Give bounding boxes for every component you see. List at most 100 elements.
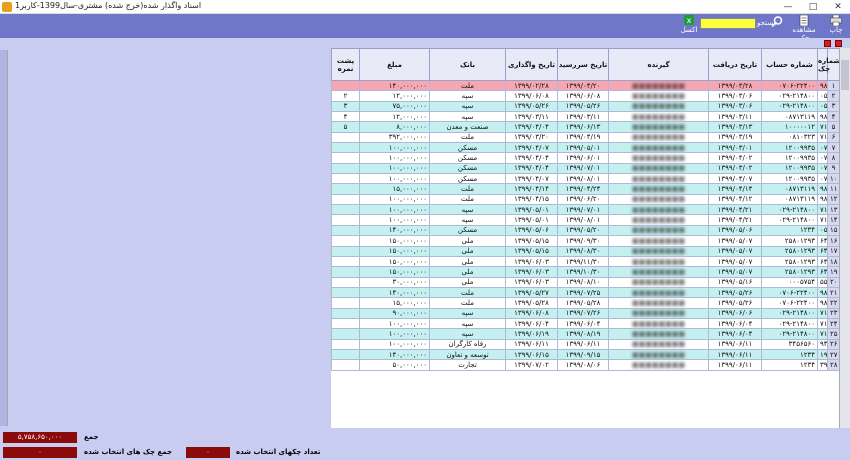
row-number-cell: ۱۶ <box>827 235 839 247</box>
check-number-cell: ۹۸۷۳۶۸ <box>817 79 828 92</box>
close-button[interactable]: ✕ <box>826 0 850 14</box>
table-row[interactable]: ۱۰۰,۰۰۰,۰۰۰ مسکن ۱۳۹۹/۰۴/۰۷ ۱۳۹۹/۰۸/۰۱ ■■■■■… <box>331 173 839 185</box>
account-number-cell: ۱۲۳۴ <box>761 224 818 237</box>
due-date-cell: ۱۳۹۹/۰۸/۰۱ <box>557 214 609 226</box>
table-row[interactable]: ۱۵,۰۰۰,۰۰۰ ملت ۱۳۹۹/۰۴/۱۴ ۱۳۹۹/۰۴/۲۴ ■■■■■■■… <box>331 183 839 195</box>
table-row[interactable]: ۱۰۰,۰۰۰,۰۰۰ رفاه کارگران ۱۳۹۹/۰۶/۱۱ ۱۳۹۹/۰۶… <box>331 338 839 350</box>
scrollbar-thumb[interactable] <box>841 60 849 90</box>
bank-cell: ملی <box>429 235 506 247</box>
back-number-cell <box>331 255 360 268</box>
due-date-cell: ۱۳۹۹/۱۱/۳۰ <box>557 255 609 268</box>
table-row[interactable]: ۱۰۰,۰۰۰,۰۰۰ سپه ۱۳۹۹/۰۶/۰۴ ۱۳۹۹/۰۶/۰۴ ■■■■■■… <box>331 317 839 330</box>
table-row[interactable]: ۱۵۰,۰۰۰,۰۰۰ ملی ۱۳۹۹/۰۶/۰۳ ۱۳۹۹/۱۱/۳۰ ■■■■■■… <box>331 255 839 268</box>
check-number-text: ۳۹۱۶۵۴ <box>820 360 828 369</box>
view-check-button[interactable]: مشاهده چک <box>790 15 818 42</box>
table-row[interactable]: ۱۰۰,۰۰۰,۰۰۰ مسکن ۱۳۹۹/۰۴/۰۷ ۱۳۹۹/۰۵/۰۱ ■■■■■… <box>331 142 839 154</box>
check-number-text: ۶۴۵۱۳۱ <box>820 236 828 245</box>
search-input[interactable] <box>700 18 756 29</box>
receiver-cell: ■■■■■■■■ <box>608 338 709 350</box>
table-row[interactable]: ۲ ۱۲,۰۰۰,۰۰۰ سپه ۱۳۹۹/۰۶/۰۸ ۱۳۹۹/۰۶/۰۸ ■■■■■■… <box>331 90 839 102</box>
account-number-cell: ۰۲۹-۲۱۴۸۰۰ <box>761 90 818 102</box>
bank-cell: مسکن <box>429 224 506 237</box>
table-row[interactable]: ۱۰۰,۰۰۰,۰۰۰ سپه ۱۳۹۹/۰۵/۰۱ ۱۳۹۹/۰۸/۰۱ ■■■■■■… <box>331 214 839 226</box>
column-header-due-date[interactable]: تاریخ سررسید <box>557 48 609 81</box>
check-number-text: ۷۱۴۴۲۲ <box>820 329 828 338</box>
table-row[interactable]: ۱۴۰,۰۰۰,۰۰۰ توسعه و تعاون ۱۳۹۹/۰۶/۱۵ ۱۳۹۹/۰… <box>331 348 839 361</box>
bank-cell: ملی <box>429 255 506 268</box>
bank-cell: مسکن <box>429 152 506 164</box>
check-number-cell: ۷۱۴۴۱۲/۴۸ <box>817 131 828 144</box>
check-number-cell: ۶۴۵۱۲۵ <box>817 266 828 278</box>
close-grid-icon[interactable] <box>835 40 842 47</box>
bank-cell: ملت <box>429 79 506 92</box>
column-header-back[interactable]: پشت نمره <box>331 48 360 81</box>
table-row[interactable]: ۱۵,۰۰۰,۰۰۰ ملت ۱۳۹۹/۰۵/۲۸ ۱۳۹۹/۰۵/۲۸ ■■■■■■■… <box>331 297 839 309</box>
table-row[interactable]: ۳ ۷۵,۰۰۰,۰۰۰ سپه ۱۳۹۹/۰۵/۲۶ ۱۳۹۹/۰۵/۲۶ ■■■■■■… <box>331 100 839 113</box>
check-number-text: ۶۴۵۱۲۲ <box>820 257 828 266</box>
amount-cell: ۱۰۰,۰۰۰,۰۰۰ <box>359 152 430 164</box>
receiver-cell: ■■■■■■■■ <box>608 266 709 278</box>
assign-date-cell: ۱۳۹۹/۰۶/۱۵ <box>505 348 558 361</box>
maximize-button[interactable]: □ <box>801 0 825 14</box>
receiver-cell: ■■■■■■■■ <box>608 100 709 113</box>
receive-date-cell: ۱۳۹۹/۰۳/۰۱ <box>708 142 762 154</box>
table-row[interactable]: ۱۴۰,۰۰۰,۰۰۰ ملت ۱۳۹۹/۰۲/۲۸ ۱۳۹۹/۰۴/۲۰ ■■■■■■… <box>331 79 839 92</box>
column-header-receiver[interactable]: گیرنده <box>608 48 709 81</box>
table-row[interactable]: ۱۴۰,۰۰۰,۰۰۰ ملت ۱۳۹۹/۰۵/۲۷ ۱۳۹۹/۰۷/۲۵ ■■■■■■… <box>331 286 839 299</box>
back-number-cell <box>331 245 360 257</box>
left-scrollbar[interactable] <box>0 50 8 426</box>
receiver-cell: ■■■■■■■■ <box>608 276 709 288</box>
checks-table: پشت نمره مبلغ بانک تاریخ واگذاری تاریخ س… <box>331 48 839 371</box>
account-number-cell: ۰۸۱۰۳۲۳ <box>761 131 818 144</box>
table-row[interactable]: ۱۰۰,۰۰۰,۰۰۰ مسکن ۱۳۹۹/۰۴/۰۴ ۱۳۹۹/۰۷/۰۱ ■■■■■… <box>331 162 839 175</box>
table-row[interactable]: ۱۰۰,۰۰۰,۰۰۰ مسکن ۱۳۹۹/۰۴/۰۴ ۱۳۹۹/۰۶/۰۱ ■■■■■… <box>331 152 839 164</box>
due-date-cell: ۱۳۹۹/۰۵/۲۰ <box>557 224 609 237</box>
table-row[interactable]: ۱۰۰,۰۰۰,۰۰۰ سپه ۱۳۹۹/۰۶/۱۹ ۱۳۹۹/۰۸/۱۹ ■■■■■■… <box>331 328 839 340</box>
left-panel <box>0 48 331 428</box>
amount-cell: ۱۰۰,۰۰۰,۰۰۰ <box>359 317 430 330</box>
amount-cell: ۱۴۰,۰۰۰,۰۰۰ <box>359 286 430 299</box>
check-number-text: ۶۴۵۱۲۵ <box>820 267 828 276</box>
column-header-check-number[interactable]: شماره چک <box>817 48 839 81</box>
row-number-cell: ۲۸ <box>827 359 839 371</box>
column-header-account[interactable]: شماره حساب <box>761 48 818 81</box>
table-row[interactable]: ۱۴۰,۰۰۰,۰۰۰ مسکن ۱۳۹۹/۰۵/۰۶ ۱۳۹۹/۰۵/۲۰ ■■■■■… <box>331 224 839 237</box>
check-number-text: ۵۵۹۱۵۷ <box>820 278 828 287</box>
table-row[interactable]: ۱۵۰,۰۰۰,۰۰۰ ملی ۱۳۹۹/۰۵/۱۵ ۱۳۹۹/۰۹/۳۰ ■■■■■■… <box>331 235 839 247</box>
row-number-cell: ۸ <box>827 152 839 164</box>
back-number-cell <box>331 328 360 340</box>
column-header-bank[interactable]: بانک <box>429 48 506 81</box>
column-header-assign-date[interactable]: تاریخ واگذاری <box>505 48 558 81</box>
amount-cell: ۱۵۰,۰۰۰,۰۰۰ <box>359 245 430 257</box>
receive-date-cell: ۱۳۹۹/۰۶/۰۶ <box>708 307 762 319</box>
table-row[interactable]: ۹۰,۰۰۰,۰۰۰ سپه ۱۳۹۹/۰۶/۰۸ ۱۳۹۹/۰۷/۲۶ ■■■■■■■… <box>331 307 839 319</box>
table-row[interactable]: ۱۵۰,۰۰۰,۰۰۰ ملی ۱۳۹۹/۰۶/۰۳ ۱۳۹۹/۱۰/۳۰ ■■■■■■… <box>331 266 839 278</box>
search-label: جستجو <box>757 19 778 27</box>
check-number-cell: ۹۸۷۳۹۶ <box>817 297 828 309</box>
back-number-cell <box>331 286 360 299</box>
back-number-cell <box>331 359 360 371</box>
selected-total-label: جمع چک های انتخاب شده <box>84 448 173 456</box>
table-row[interactable]: ۵ ۸,۰۰۰,۰۰۰ صنعت و معدن ۱۳۹۹/۰۴/۰۴ ۱۳۹۹/۰۶/۱… <box>331 121 839 133</box>
back-number-cell <box>331 193 360 206</box>
due-date-cell: ۱۳۹۹/۰۹/۱۵ <box>557 348 609 361</box>
grid-vertical-scrollbar[interactable] <box>839 48 850 428</box>
table-row[interactable]: ۴ ۱۲,۰۰۰,۰۰۰ سپه ۱۳۹۹/۰۳/۱۱ ۱۳۹۹/۰۳/۱۱ ■■■■■■… <box>331 111 839 123</box>
minimize-button[interactable]: — <box>776 0 800 14</box>
excel-button[interactable]: x اکسل <box>680 15 698 37</box>
table-row[interactable]: ۱۰۰,۰۰۰,۰۰۰ ملت ۱۳۹۹/۰۴/۱۵ ۱۳۹۹/۰۶/۲۰ ■■■■■■… <box>331 193 839 206</box>
table-row[interactable]: ۵۰,۰۰۰,۰۰۰ تجارت ۱۳۹۹/۰۷/۰۲ ۱۳۹۹/۰۸/۰۶ ■■■■■… <box>331 359 839 371</box>
table-row[interactable]: ۱۵۰,۰۰۰,۰۰۰ ملی ۱۳۹۹/۰۵/۱۵ ۱۳۹۹/۰۸/۳۰ ■■■■■■… <box>331 245 839 257</box>
receiver-cell: ■■■■■■■■ <box>608 79 709 92</box>
amount-cell: ۱۵۰,۰۰۰,۰۰۰ <box>359 255 430 268</box>
column-header-amount[interactable]: مبلغ <box>359 48 430 81</box>
column-header-receive-date[interactable]: تاریخ دریافت <box>708 48 762 81</box>
account-number-cell: ۰۲۹-۲۱۴۸۰۰ <box>761 214 818 226</box>
back-number-cell <box>331 338 360 350</box>
table-row[interactable]: ۳۹۲,۰۰۰,۰۰۰ ملت ۱۳۹۹/۰۳/۲۰ ۱۳۹۹/۰۴/۱۹ ■■■■■■… <box>331 131 839 144</box>
print-button[interactable]: چاپ <box>825 15 847 37</box>
table-row[interactable]: ۱۰۰,۰۰۰,۰۰۰ سپه ۱۳۹۹/۰۵/۰۱ ۱۳۹۹/۰۷/۰۱ ■■■■■■… <box>331 204 839 216</box>
restore-grid-icon[interactable] <box>824 40 831 47</box>
assign-date-cell: ۱۳۹۹/۰۴/۰۴ <box>505 121 558 133</box>
table-row[interactable]: ۳۰,۰۰۰,۰۰۰ ملی ۱۳۹۹/۰۶/۰۳ ۱۳۹۹/۰۸/۱۰ ■■■■■■■… <box>331 276 839 288</box>
